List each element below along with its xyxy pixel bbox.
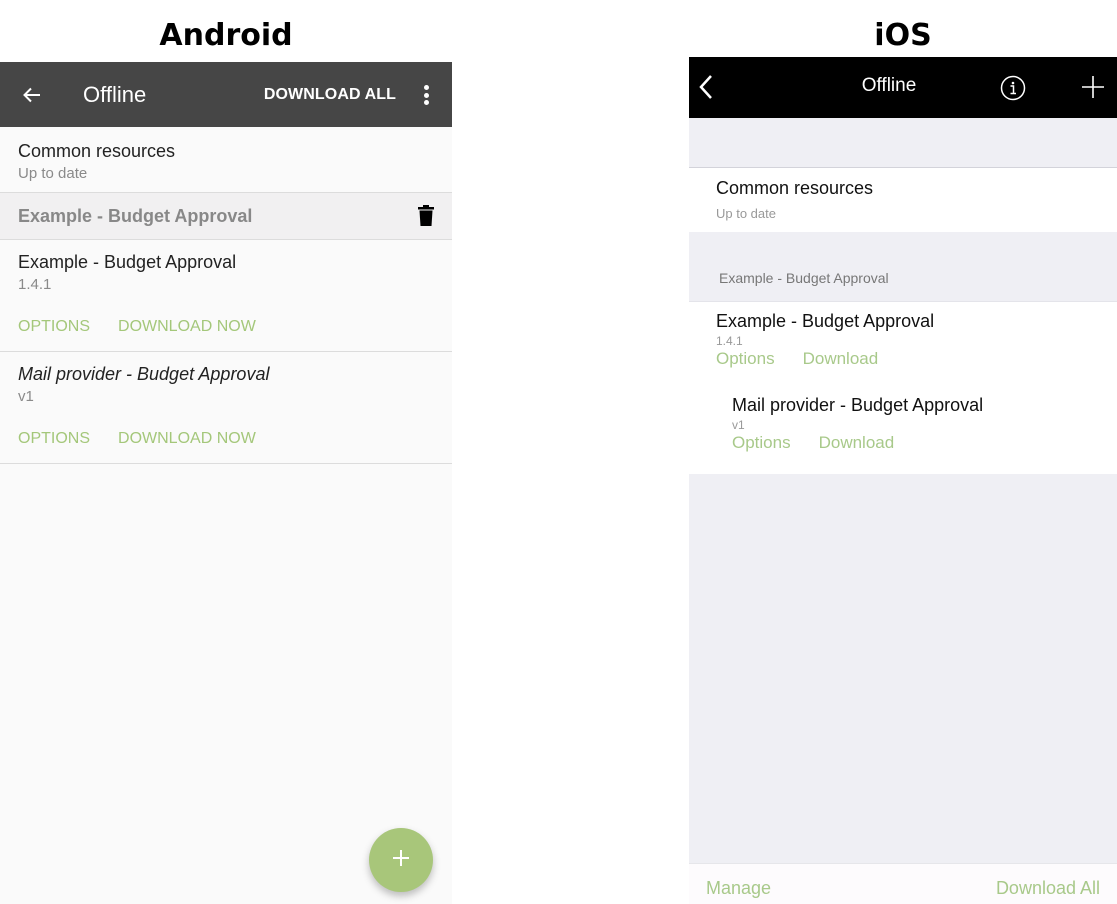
group-header-title: Example - Budget Approval	[18, 205, 253, 226]
info-icon[interactable]	[1000, 75, 1026, 101]
common-resources-status: Up to date	[716, 206, 776, 221]
options-button[interactable]: Options	[732, 433, 791, 453]
plus-icon[interactable]	[1081, 75, 1105, 99]
item-version: v1	[732, 418, 745, 432]
ios-platform-label: iOS	[874, 18, 932, 53]
item-version: v1	[18, 388, 34, 405]
group-header: Example - Budget Approval	[0, 193, 452, 240]
page-title: Offline	[83, 81, 147, 107]
item-title: Mail provider - Budget Approval	[732, 395, 984, 415]
ios-screen: Offline Common resources Up to date Exam…	[689, 57, 1117, 904]
common-resources-title: Common resources	[18, 141, 176, 161]
item-title: Example - Budget Approval	[716, 311, 935, 331]
options-button[interactable]: OPTIONS	[18, 318, 90, 336]
common-resources-row[interactable]: Common resources Up to date	[689, 168, 1117, 232]
common-resources-status: Up to date	[18, 165, 88, 182]
android-screen: Offline DOWNLOAD ALL Common resources Up…	[0, 62, 452, 904]
trash-icon[interactable]	[418, 205, 434, 227]
bottom-toolbar: Manage Download All	[689, 863, 1117, 904]
section-header: Example - Budget Approval	[689, 232, 1117, 302]
download-button[interactable]: Download	[803, 349, 879, 369]
common-resources-row[interactable]: Common resources Up to date	[0, 127, 452, 193]
item-title: Example - Budget Approval	[18, 252, 237, 272]
download-now-button[interactable]: DOWNLOAD NOW	[118, 318, 256, 336]
list-item[interactable]: Mail provider - Budget Approval v1 OPTIO…	[0, 352, 452, 464]
item-title: Mail provider - Budget Approval	[18, 364, 270, 384]
arrow-left-icon[interactable]	[22, 85, 42, 105]
manage-button[interactable]: Manage	[706, 878, 771, 899]
item-version: 1.4.1	[18, 276, 52, 293]
add-fab-button[interactable]	[369, 828, 433, 892]
item-version: 1.4.1	[716, 334, 743, 348]
download-now-button[interactable]: DOWNLOAD NOW	[118, 430, 256, 448]
page-title: Offline	[861, 75, 917, 96]
options-button[interactable]: Options	[716, 349, 775, 369]
section-header-title: Example - Budget Approval	[719, 270, 889, 286]
list-item[interactable]: Example - Budget Approval 1.4.1 Options …	[689, 302, 1117, 389]
top-spacer	[689, 118, 1117, 168]
plus-icon	[392, 849, 410, 872]
list-item[interactable]: Mail provider - Budget Approval v1 Optio…	[689, 388, 1117, 474]
android-toolbar: Offline DOWNLOAD ALL	[0, 62, 452, 127]
ios-navbar: Offline	[689, 57, 1117, 118]
common-resources-title: Common resources	[716, 178, 874, 198]
android-platform-label: Android	[159, 18, 293, 53]
list-item[interactable]: Example - Budget Approval 1.4.1 OPTIONS …	[0, 240, 452, 352]
options-button[interactable]: OPTIONS	[18, 430, 90, 448]
download-all-button[interactable]: Download All	[996, 878, 1100, 899]
download-button[interactable]: Download	[819, 433, 895, 453]
download-all-button[interactable]: DOWNLOAD ALL	[264, 86, 396, 104]
more-vertical-icon[interactable]	[424, 85, 430, 105]
